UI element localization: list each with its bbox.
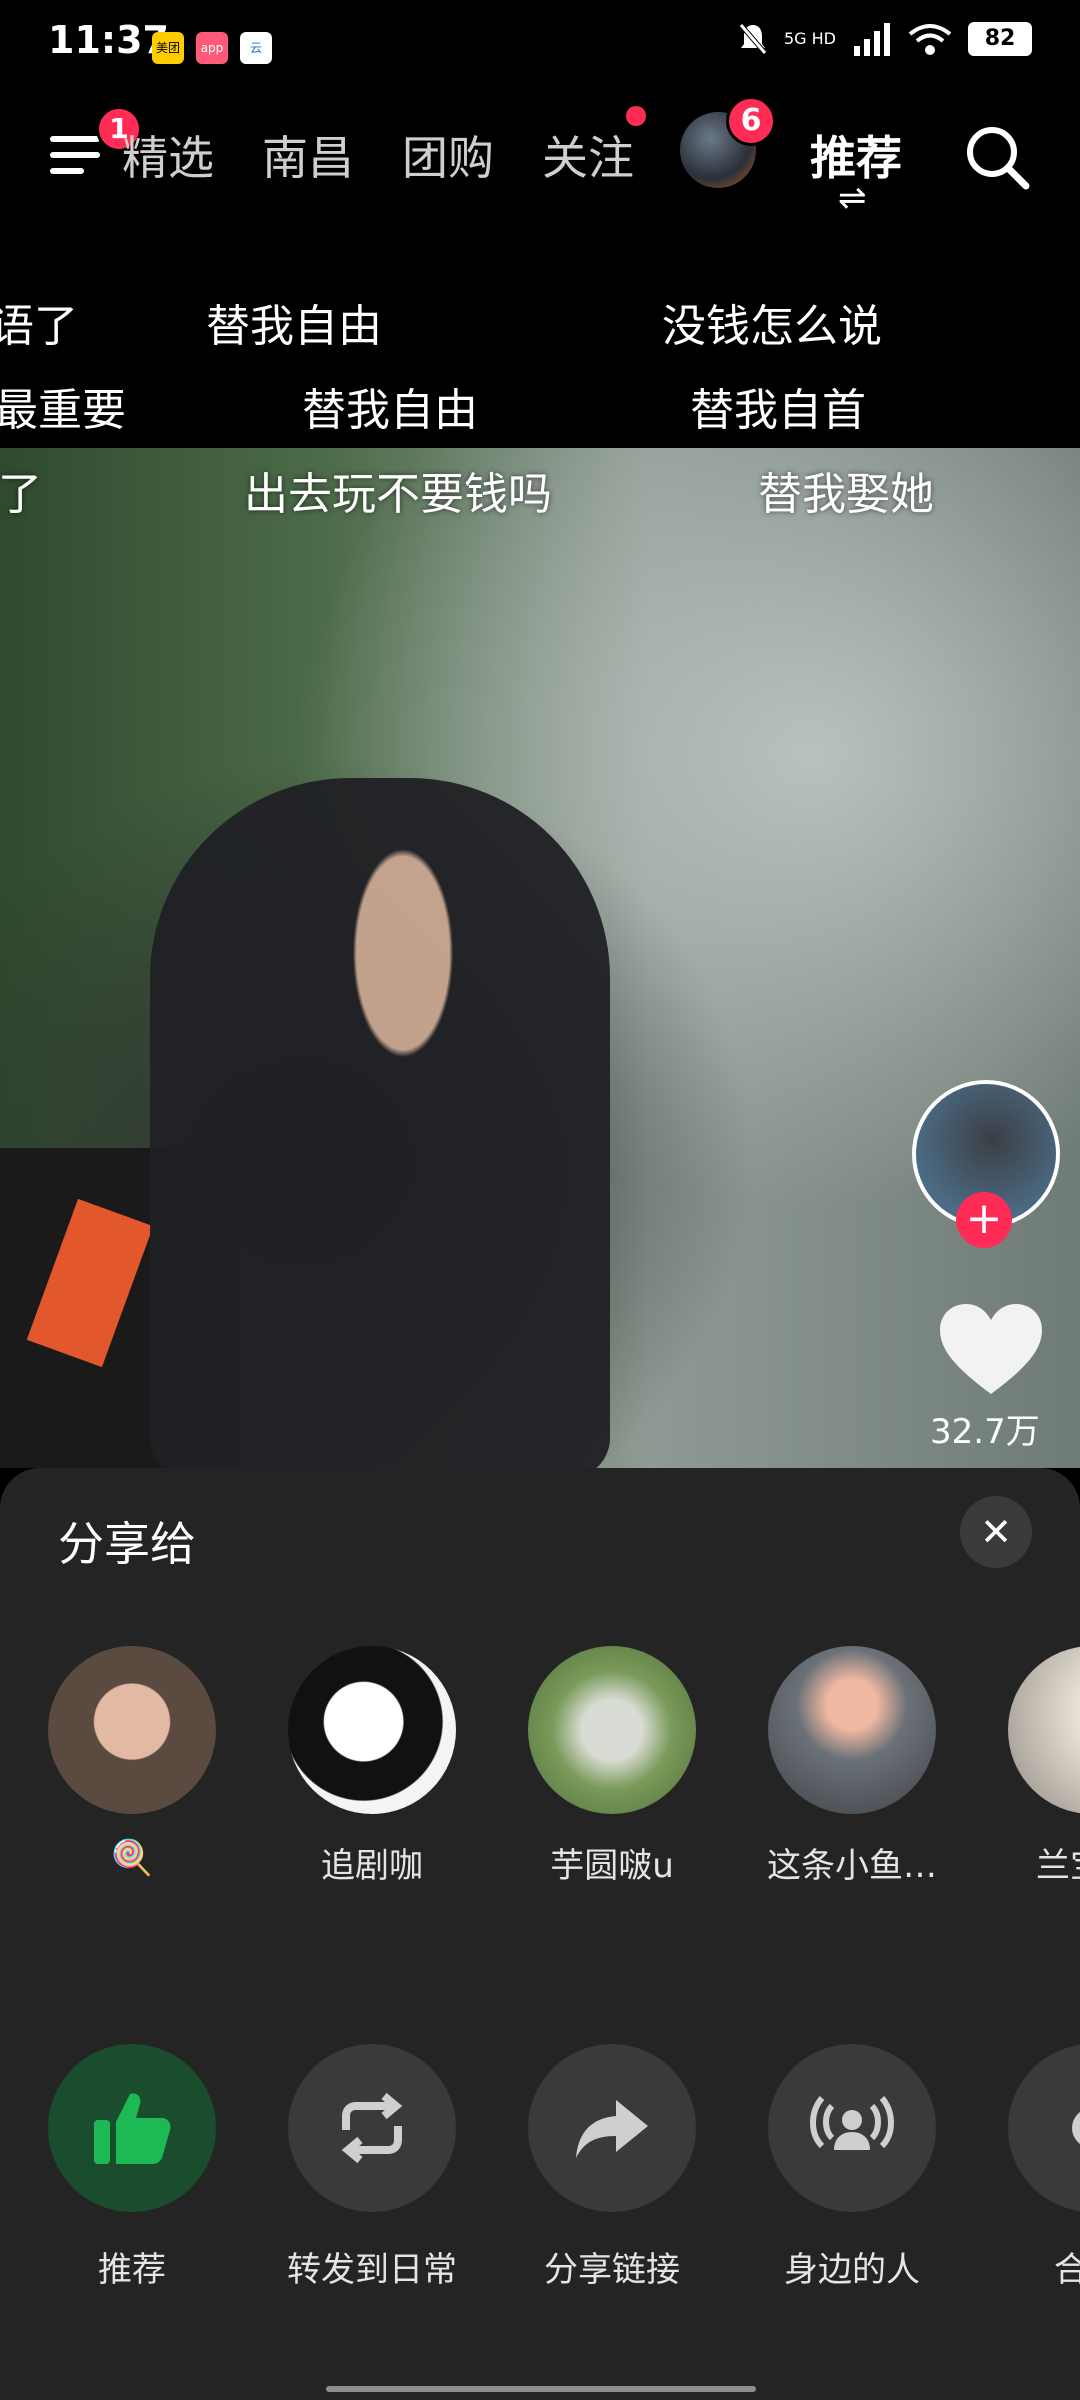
status-bar: 11:37 美团 app 云 5G HD 82 xyxy=(0,0,1080,86)
contact-name: 芋圆啵u xyxy=(550,1846,674,1886)
share-link-button[interactable]: 分享链接 xyxy=(502,2044,722,2291)
action-label: 身边的人 xyxy=(784,2250,920,2290)
mute-icon xyxy=(739,23,767,55)
danmaku-comment: 替我自首 xyxy=(690,385,866,436)
danmaku-comment: 替我娶她 xyxy=(758,469,934,520)
menu-icon-line xyxy=(50,168,84,174)
danmaku-comment: 没钱怎么说 xyxy=(662,301,882,352)
tab-group-buy[interactable]: 团购 xyxy=(402,122,494,188)
battery-level: 82 xyxy=(968,22,1032,56)
top-nav: 1 精选 南昌 团购 关注 6 推荐 ⇌ xyxy=(0,86,1080,218)
status-app-icons: 美团 app 云 xyxy=(152,32,272,64)
more-action-button[interactable]: 合 xyxy=(982,2044,1080,2291)
following-dot xyxy=(626,106,646,126)
contact-list: 🍭 追剧咖 芋圆啵u 这条小鱼… 兰宝 xyxy=(0,1646,1080,1896)
share-sheet: 分享给 ✕ 🍭 追剧咖 芋圆啵u 这条小鱼… 兰宝 xyxy=(0,1468,1080,2400)
avatar-badge: 6 xyxy=(726,96,776,146)
nearby-button[interactable]: 身边的人 xyxy=(742,2044,962,2291)
action-label: 合 xyxy=(1054,2250,1080,2290)
contact-avatar xyxy=(528,1646,696,1814)
contact-item[interactable]: 芋圆啵u xyxy=(512,1646,712,1887)
contact-avatar xyxy=(288,1646,456,1814)
contact-name: 这条小鱼… xyxy=(767,1846,937,1886)
network-label: 5G HD xyxy=(783,29,836,48)
video-player[interactable] xyxy=(0,448,1080,1478)
like-count: 32.7万 xyxy=(930,1412,1040,1452)
home-indicator[interactable] xyxy=(326,2386,756,2392)
contact-name: 🍭 xyxy=(110,1838,154,1878)
switch-icon[interactable]: ⇌ xyxy=(838,178,867,218)
more-icon xyxy=(1072,2112,1080,2144)
action-label: 转发到日常 xyxy=(287,2250,457,2290)
contact-item[interactable]: 追剧咖 xyxy=(272,1646,472,1887)
tab-featured[interactable]: 精选 xyxy=(122,122,214,188)
action-label: 分享链接 xyxy=(544,2250,680,2290)
tab-nanchang[interactable]: 南昌 xyxy=(262,122,354,188)
cloud-app-icon: 云 xyxy=(240,32,272,64)
contact-item[interactable]: 这条小鱼… xyxy=(752,1646,952,1887)
signal-icon xyxy=(854,23,890,56)
menu-icon xyxy=(50,136,100,142)
recommend-circle xyxy=(48,2044,216,2212)
contact-name: 追剧咖 xyxy=(321,1846,423,1886)
contact-avatar xyxy=(1008,1646,1080,1814)
tab-following[interactable]: 关注 xyxy=(542,122,634,188)
danmaku-comment: 替我自由 xyxy=(206,301,382,352)
danmaku-comment: 了 xyxy=(0,469,42,520)
follow-plus-icon[interactable]: + xyxy=(956,1192,1012,1248)
video-subject xyxy=(150,778,610,1478)
danmaku-comment: 出去玩不要钱吗 xyxy=(244,469,552,520)
heart-icon[interactable] xyxy=(936,1300,1046,1400)
repost-button[interactable]: 转发到日常 xyxy=(262,2044,482,2291)
danmaku-comment: 语了 xyxy=(0,301,78,352)
repost-icon xyxy=(341,2092,403,2164)
danmaku-comment: 最重要 xyxy=(0,385,126,436)
nav-tabs: 精选 南昌 团购 关注 xyxy=(122,122,634,188)
share-sheet-title: 分享给 xyxy=(58,1517,196,1571)
recommend-button[interactable]: 推荐 xyxy=(22,2044,242,2291)
contact-name: 兰宝 xyxy=(1036,1846,1080,1886)
backpack-strap xyxy=(26,1198,154,1368)
app-icon: app xyxy=(196,32,228,64)
contact-item[interactable]: 🍭 xyxy=(32,1646,232,1878)
share-actions: 推荐 转发到日常 分享链接 身边的人 合 xyxy=(0,2044,1080,2290)
contact-item[interactable]: 兰宝 xyxy=(992,1646,1080,1887)
danmaku-comment: 替我自由 xyxy=(302,385,478,436)
menu-button[interactable]: 1 xyxy=(50,106,142,186)
menu-icon-line xyxy=(50,152,100,158)
search-icon[interactable] xyxy=(962,122,1032,192)
wifi-icon xyxy=(908,24,952,55)
status-time: 11:37 xyxy=(48,18,169,62)
more-circle xyxy=(1008,2044,1080,2212)
status-right-group: 5G HD 82 xyxy=(738,22,1032,56)
repost-circle xyxy=(288,2044,456,2212)
meituan-icon: 美团 xyxy=(152,32,184,64)
contact-avatar xyxy=(768,1646,936,1814)
action-label: 推荐 xyxy=(98,2250,166,2290)
share-arrow-icon xyxy=(576,2100,648,2158)
nearby-broadcast-icon xyxy=(810,2096,894,2150)
share-link-circle xyxy=(528,2044,696,2212)
nearby-circle xyxy=(768,2044,936,2212)
thumbs-up-icon xyxy=(94,2093,171,2164)
close-button[interactable]: ✕ xyxy=(960,1496,1032,1568)
contact-avatar xyxy=(48,1646,216,1814)
